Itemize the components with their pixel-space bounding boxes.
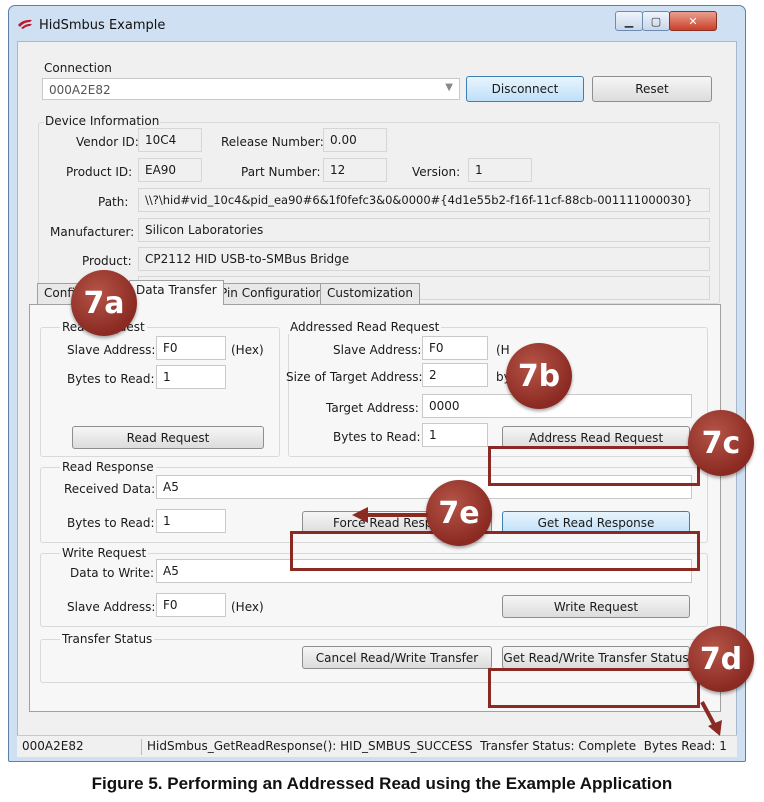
data-to-write-label: Data to Write:	[70, 566, 155, 580]
annotation-7e: 7e	[426, 480, 492, 546]
status-message: HidSmbus_GetReadResponse(): HID_SMBUS_SU…	[147, 739, 727, 753]
annotation-7a: 7a	[71, 270, 137, 336]
rr-bytes-to-read-label: Bytes to Read:	[67, 372, 155, 386]
manufacturer-label: Manufacturer:	[50, 225, 135, 239]
annotation-7b: 7b	[506, 343, 572, 409]
chevron-down-icon: ▼	[445, 82, 453, 93]
part-number-label: Part Number:	[241, 165, 321, 179]
annotation-7d: 7d	[688, 626, 754, 692]
arr-bytes-to-read-label: Bytes to Read:	[333, 430, 421, 444]
vendor-id-label: Vendor ID:	[76, 135, 139, 149]
release-number-field: 0.00	[323, 128, 387, 152]
minimize-icon: ▁	[624, 14, 634, 28]
rr-hex-label: (Hex)	[231, 343, 264, 357]
maximize-button[interactable]: ▢	[642, 11, 670, 31]
version-label: Version:	[412, 165, 461, 179]
address-read-request-button[interactable]: Address Read Request	[502, 426, 690, 449]
read-response-title: Read Response	[60, 460, 156, 474]
get-read-response-button[interactable]: Get Read Response	[502, 511, 690, 534]
product-field: CP2112 HID USB-to-SMBus Bridge	[138, 247, 710, 271]
rr-slave-address-label: Slave Address:	[67, 343, 156, 357]
annotation-7c: 7c	[688, 410, 754, 476]
arr-target-address-label: Target Address:	[326, 401, 419, 415]
vendor-id-field: 10C4	[138, 128, 202, 152]
addressed-read-request-title: Addressed Read Request	[288, 320, 442, 334]
status-device: 000A2E82	[22, 739, 84, 753]
received-data-label: Received Data:	[64, 482, 156, 496]
figure-caption: Figure 5. Performing an Addressed Read u…	[91, 774, 673, 793]
transfer-status-title: Transfer Status	[60, 632, 155, 646]
write-request-title: Write Request	[60, 546, 149, 560]
arr-slave-address-input[interactable]: F0	[422, 336, 488, 360]
product-label: Product:	[82, 254, 132, 268]
cancel-transfer-button[interactable]: Cancel Read/Write Transfer	[302, 646, 492, 669]
rr-bytes-to-read-input[interactable]: 1	[156, 365, 226, 389]
reset-button[interactable]: Reset	[592, 76, 712, 102]
device-select[interactable]: 000A2E82 ▼	[42, 78, 460, 100]
arrow-down-icon	[700, 701, 722, 736]
rresp-bytes-to-read-label: Bytes to Read:	[67, 516, 155, 530]
wr-slave-address-label: Slave Address:	[67, 600, 156, 614]
close-button[interactable]: ✕	[669, 11, 717, 31]
tab-pin-configuration[interactable]: Pin Configuration	[213, 283, 331, 304]
path-field: \\?\hid#vid_10c4&pid_ea90#6&1f0fefc3&0&0…	[138, 188, 710, 212]
release-number-label: Release Number:	[221, 135, 324, 149]
rresp-bytes-to-read-field[interactable]: 1	[156, 509, 226, 533]
disconnect-button[interactable]: Disconnect	[466, 76, 584, 102]
tab-data-transfer[interactable]: Data Transfer	[129, 280, 224, 305]
manufacturer-field: Silicon Laboratories	[138, 218, 710, 242]
maximize-icon: ▢	[650, 14, 662, 28]
arrow-left-icon	[352, 507, 428, 523]
write-request-button[interactable]: Write Request	[502, 595, 690, 618]
device-information-title: Device Information	[44, 114, 161, 128]
tab-customization[interactable]: Customization	[320, 283, 420, 304]
status-separator	[141, 739, 142, 755]
product-id-field: EA90	[138, 158, 202, 182]
close-icon: ✕	[688, 14, 698, 28]
arr-size-input[interactable]: 2	[422, 363, 488, 387]
part-number-field: 12	[323, 158, 387, 182]
arr-hex-label: (H	[496, 343, 510, 357]
read-request-button[interactable]: Read Request	[72, 426, 264, 449]
title-bar: HidSmbus Example ▁ ▢ ✕	[9, 6, 745, 40]
status-bar: 000A2E82 HidSmbus_GetReadResponse(): HID…	[17, 735, 737, 757]
arr-slave-address-label: Slave Address:	[333, 343, 422, 357]
silicon-labs-logo-icon	[18, 19, 32, 29]
connection-group-title: Connection	[44, 61, 112, 75]
window-title: HidSmbus Example	[39, 18, 166, 33]
arr-size-label: Size of Target Address:	[286, 370, 423, 384]
rr-slave-address-input[interactable]: F0	[156, 336, 226, 360]
received-data-field[interactable]: A5	[156, 475, 692, 499]
wr-slave-address-input[interactable]: F0	[156, 593, 226, 617]
wr-hex-label: (Hex)	[231, 600, 264, 614]
product-id-label: Product ID:	[66, 165, 133, 179]
app-window: HidSmbus Example ▁ ▢ ✕ Connection 000A2E…	[8, 5, 746, 762]
version-field: 1	[468, 158, 532, 182]
device-select-value: 000A2E82	[49, 83, 111, 97]
path-label: Path:	[98, 195, 129, 209]
minimize-button[interactable]: ▁	[615, 11, 643, 31]
get-transfer-status-button[interactable]: Get Read/Write Transfer Status	[502, 646, 690, 669]
arr-bytes-to-read-input[interactable]: 1	[422, 423, 488, 447]
data-to-write-input[interactable]: A5	[156, 559, 692, 583]
